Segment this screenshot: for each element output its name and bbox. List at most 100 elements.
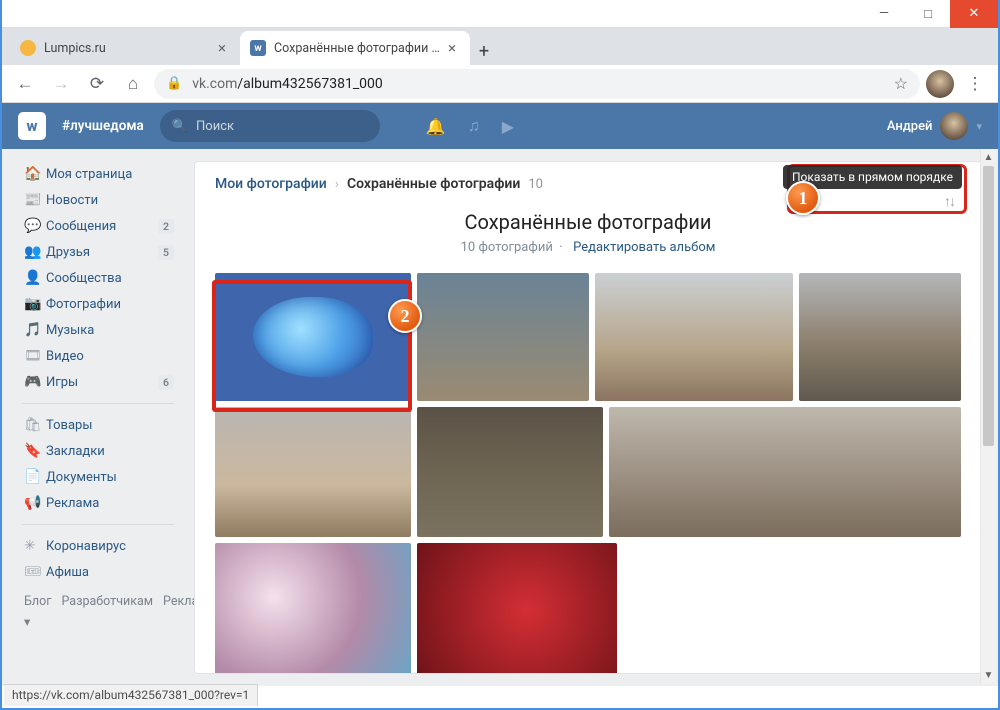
window-maximize-button[interactable]: □ <box>906 0 950 28</box>
sidebar-item-icon: 🎮 <box>24 374 46 390</box>
music-icon[interactable]: ♫ <box>468 116 480 136</box>
photo-thumbnail[interactable] <box>609 407 961 537</box>
sidebar-item[interactable]: 👥Друзья5 <box>18 239 178 265</box>
sidebar-item-icon: 💬 <box>24 218 46 234</box>
status-bar: https://vk.com/album432567381_000?rev=1 <box>4 684 258 706</box>
sidebar-item-label: Видео <box>46 349 84 364</box>
sidebar-item-icon: 📰 <box>24 192 46 208</box>
browser-menu-button[interactable]: ⋮ <box>960 69 990 99</box>
vk-user-name: Андрей <box>887 119 933 134</box>
sidebar-item-label: Коронавирус <box>46 539 126 554</box>
home-button[interactable]: ⌂ <box>118 69 148 99</box>
photo-thumbnail[interactable] <box>417 407 603 537</box>
sidebar-item-icon: 👥 <box>24 244 46 260</box>
sidebar-item-icon: 🎵 <box>24 322 46 338</box>
edit-album-link[interactable]: Редактировать альбом <box>573 240 715 255</box>
new-tab-button[interactable]: + <box>470 37 498 65</box>
sidebar-item[interactable]: 🎞Видео <box>18 343 178 369</box>
tab-close-button[interactable]: × <box>444 40 460 56</box>
vk-logo-icon[interactable]: w <box>18 112 46 140</box>
scroll-thumb[interactable] <box>983 166 994 446</box>
photo-thumbnail[interactable] <box>799 273 961 401</box>
sidebar-item-label: Сообщения <box>46 219 116 234</box>
sidebar-badge: 6 <box>158 375 174 390</box>
page-scrollbar[interactable]: ▲ ▼ <box>980 149 996 684</box>
annotation-marker-2: 2 <box>388 299 422 333</box>
sidebar-item[interactable]: 📢Реклама <box>18 490 178 516</box>
photo-thumbnail[interactable] <box>215 273 411 401</box>
browser-toolbar: ← → ⟳ ⌂ 🔒 vk.com/album432567381_000 ☆ ⋮ <box>2 65 998 103</box>
sidebar-item-icon: 🛍 <box>24 417 46 433</box>
breadcrumb-root[interactable]: Мои фотографии <box>215 176 327 192</box>
sidebar-item[interactable]: 📄Документы <box>18 464 178 490</box>
browser-tab-inactive[interactable]: Lumpics.ru × <box>10 31 240 65</box>
photo-thumbnail[interactable] <box>417 543 617 674</box>
chevron-down-icon: ▾ <box>976 120 982 133</box>
url-path: /album432567381_000 <box>237 76 382 92</box>
forward-button[interactable]: → <box>46 69 76 99</box>
favicon-icon <box>20 40 36 56</box>
sidebar-badge: 5 <box>158 245 174 260</box>
sidebar-item-label: Музыка <box>46 323 94 338</box>
tab-title: Сохранённые фотографии – 10 <box>274 41 440 56</box>
sidebar-item[interactable]: 🎮Игры6 <box>18 369 178 395</box>
sidebar-item-icon: 📷 <box>24 296 46 312</box>
sidebar-item-icon: 🔖 <box>24 443 46 459</box>
search-input[interactable]: 🔍 Поиск <box>160 110 380 142</box>
album-subtitle: 10 фотографий · Редактировать альбом <box>215 240 961 255</box>
browser-tab-active[interactable]: w Сохранённые фотографии – 10 × <box>240 31 470 65</box>
window-titlebar: — □ ✕ <box>2 0 998 28</box>
photo-thumbnail[interactable] <box>215 407 411 537</box>
browser-tab-strip: Lumpics.ru × w Сохранённые фотографии – … <box>2 28 998 65</box>
sidebar-item[interactable]: 🏠Моя страница <box>18 161 178 187</box>
notifications-icon[interactable]: 🔔 <box>426 117 446 136</box>
sort-order-button[interactable]: ↑↓ <box>944 193 954 210</box>
vk-user-menu[interactable]: Андрей ▾ <box>887 112 982 140</box>
search-icon: 🔍 <box>172 119 188 134</box>
tab-close-button[interactable]: × <box>214 40 230 56</box>
sidebar-item-label: Товары <box>46 418 92 433</box>
sidebar-item-label: Сообщества <box>46 271 122 286</box>
reload-button[interactable]: ⟳ <box>82 69 112 99</box>
photo-grid <box>215 273 961 674</box>
photo-thumbnail[interactable] <box>215 543 411 674</box>
scroll-up-button[interactable]: ▲ <box>981 149 996 166</box>
sidebar-item-icon: 👤 <box>24 270 46 286</box>
sidebar-item-icon: 🎞 <box>24 348 46 364</box>
sidebar-item-label: Моя страница <box>46 167 132 182</box>
sidebar-item[interactable]: 💬Сообщения 2 <box>18 213 178 239</box>
vk-header: w #лучшедома 🔍 Поиск 🔔 ♫ ▶ Андрей ▾ <box>2 103 998 149</box>
sidebar-item-icon: 📄 <box>24 469 46 485</box>
chevron-right-icon: › <box>335 176 339 192</box>
photo-thumbnail[interactable] <box>417 273 589 401</box>
sidebar-item[interactable]: 👤Сообщества <box>18 265 178 291</box>
sidebar-footer: БлогРазработчикамРекламаЕщё ▾ <box>18 585 178 640</box>
sidebar-footer-link[interactable]: Разработчикам <box>61 594 153 609</box>
sidebar-item[interactable]: ✳Коронавирус <box>18 533 178 559</box>
play-icon[interactable]: ▶ <box>502 117 514 136</box>
sidebar-item[interactable]: 🔖Закладки <box>18 438 178 464</box>
sidebar-item[interactable]: 🎵Музыка <box>18 317 178 343</box>
sidebar-footer-link[interactable]: Блог <box>24 594 51 609</box>
sidebar-item-icon: ✳ <box>24 538 46 554</box>
album-photo-count: 10 фотографий <box>461 240 553 255</box>
sidebar-item-label: Новости <box>46 193 98 208</box>
sidebar-item[interactable]: 📰Новости <box>18 187 178 213</box>
sidebar-item[interactable]: 🛍Товары <box>18 412 178 438</box>
sidebar-item-label: Афиша <box>46 565 89 580</box>
photo-thumbnail[interactable] <box>595 273 793 401</box>
sidebar-badge: 2 <box>158 219 174 234</box>
back-button[interactable]: ← <box>10 69 40 99</box>
scroll-down-button[interactable]: ▼ <box>981 667 996 684</box>
bookmark-star-icon[interactable]: ☆ <box>894 74 908 93</box>
window-minimize-button[interactable]: — <box>862 0 906 28</box>
content-panel: Мои фотографии › Сохранённые фотографии … <box>194 161 982 674</box>
window-close-button[interactable]: ✕ <box>950 0 998 28</box>
search-placeholder: Поиск <box>196 119 234 134</box>
vk-hashtag[interactable]: #лучшедома <box>62 118 144 134</box>
profile-avatar-button[interactable] <box>926 70 954 98</box>
sidebar-item-icon: 🏠 <box>24 166 46 182</box>
address-bar[interactable]: 🔒 vk.com/album432567381_000 ☆ <box>154 69 920 99</box>
sidebar-item[interactable]: 🎟Афиша <box>18 559 178 585</box>
sidebar-item[interactable]: 📷Фотографии <box>18 291 178 317</box>
